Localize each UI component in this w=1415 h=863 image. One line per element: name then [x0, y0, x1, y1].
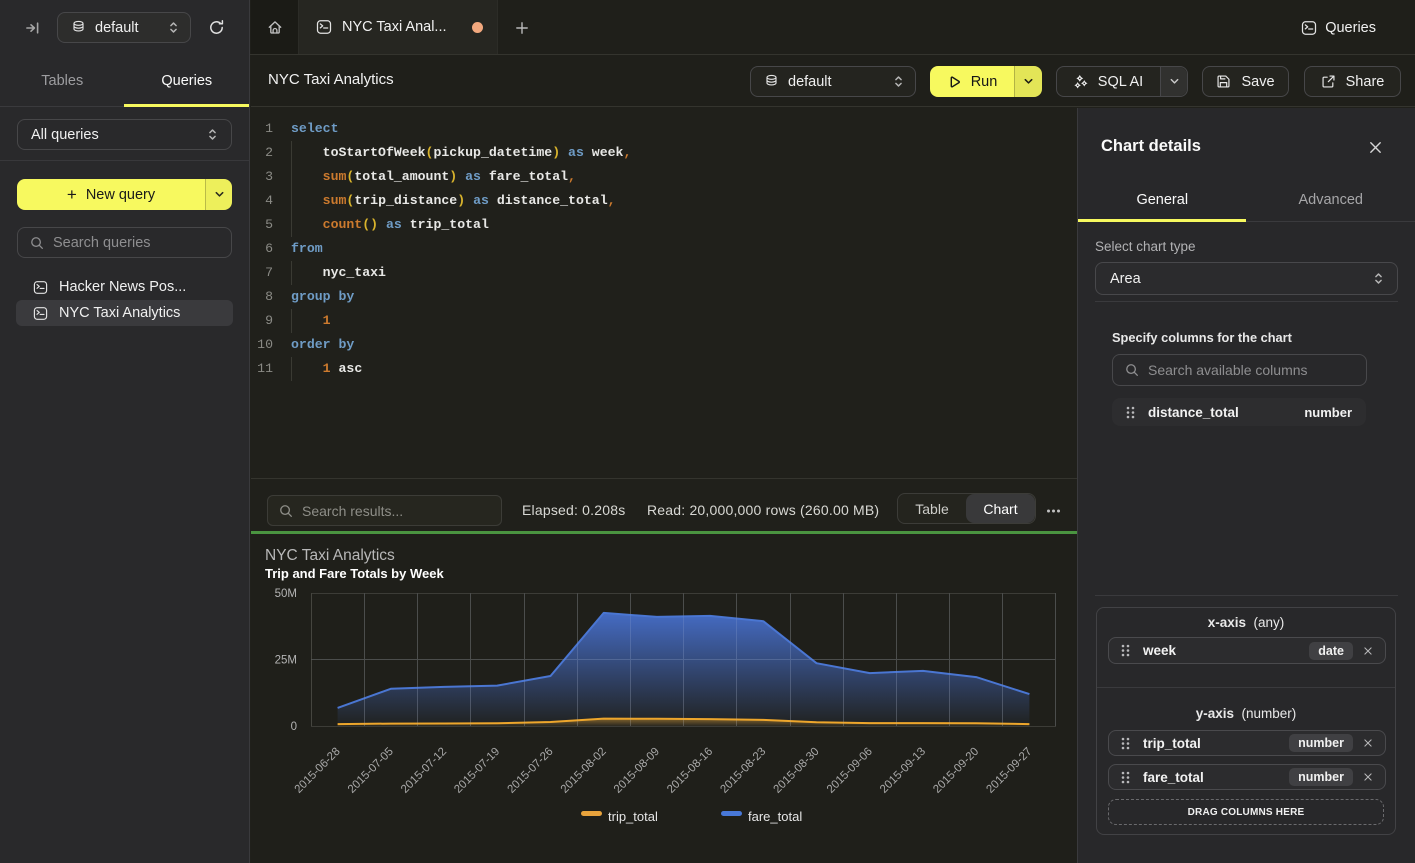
- svg-text:2015-09-20: 2015-09-20: [931, 746, 981, 796]
- svg-text:2015-08-30: 2015-08-30: [772, 746, 822, 796]
- svg-text:2015-08-02: 2015-08-02: [559, 746, 609, 796]
- svg-text:2015-08-16: 2015-08-16: [665, 746, 715, 796]
- svg-text:25M: 25M: [275, 655, 297, 667]
- svg-text:2015-08-23: 2015-08-23: [718, 746, 768, 796]
- svg-text:2015-07-12: 2015-07-12: [399, 746, 449, 796]
- svg-text:2015-06-28: 2015-06-28: [293, 746, 343, 796]
- svg-text:0: 0: [291, 721, 297, 733]
- svg-text:2015-09-13: 2015-09-13: [878, 746, 928, 796]
- svg-text:2015-09-27: 2015-09-27: [984, 746, 1034, 796]
- svg-text:NYC Taxi Analytics: NYC Taxi Analytics: [265, 547, 395, 564]
- svg-text:50M: 50M: [275, 588, 297, 600]
- svg-text:2015-09-06: 2015-09-06: [825, 746, 875, 796]
- svg-text:trip_total: trip_total: [608, 809, 658, 824]
- svg-text:2015-07-26: 2015-07-26: [506, 746, 556, 796]
- svg-text:2015-07-19: 2015-07-19: [452, 746, 502, 796]
- svg-text:2015-07-05: 2015-07-05: [346, 746, 396, 796]
- svg-text:fare_total: fare_total: [748, 809, 802, 824]
- svg-text:Trip and Fare Totals by Week: Trip and Fare Totals by Week: [265, 566, 444, 581]
- svg-text:2015-08-09: 2015-08-09: [612, 746, 662, 796]
